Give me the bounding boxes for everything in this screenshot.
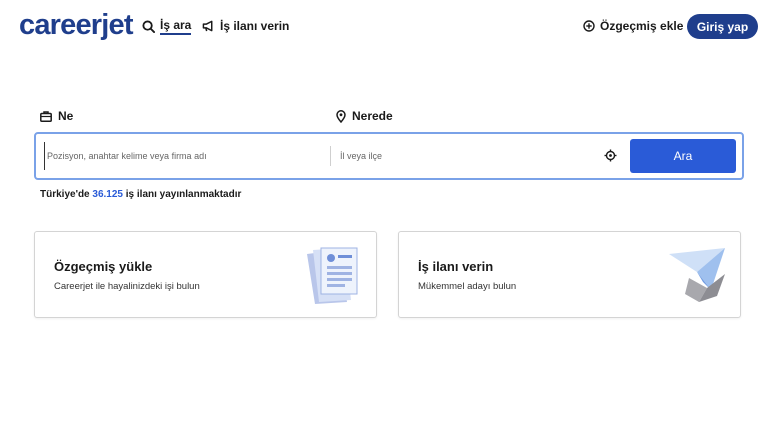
search-button[interactable]: Ara: [630, 139, 736, 173]
what-label: Ne: [40, 109, 73, 123]
count-prefix: Türkiye'de: [40, 189, 90, 200]
logo[interactable]: careerjet: [19, 7, 134, 43]
where-label-text: Nerede: [352, 109, 393, 123]
briefcase-icon: [40, 110, 52, 122]
nav-post-job[interactable]: İş ilanı verin: [202, 16, 289, 36]
nav-search-label: İş ara: [160, 18, 192, 35]
map-pin-icon: [336, 109, 346, 123]
location-input[interactable]: [338, 142, 600, 170]
plus-circle-icon: [583, 20, 595, 32]
job-count: 36.125: [92, 189, 123, 200]
nav-search-jobs[interactable]: İş ara: [142, 16, 192, 36]
count-suffix: iş ilanı yayınlanmaktadır: [125, 189, 242, 200]
post-job-title: İş ilanı verin: [418, 259, 494, 274]
add-cv-link[interactable]: Özgeçmiş ekle: [583, 16, 683, 36]
add-cv-label: Özgeçmiş ekle: [600, 19, 684, 33]
login-button[interactable]: Giriş yap: [687, 14, 758, 39]
nav-post-label: İş ilanı verin: [220, 19, 290, 33]
search-box: Ara: [34, 132, 744, 180]
megaphone-icon: [202, 20, 215, 32]
resume-illustration-icon: [303, 244, 365, 306]
what-label-text: Ne: [58, 109, 74, 123]
search-icon: [142, 19, 155, 33]
where-label: Nerede: [336, 109, 393, 123]
post-job-card[interactable]: İş ilanı verin Mükemmel adayı bulun: [398, 231, 741, 318]
search-divider: [330, 146, 331, 166]
upload-cv-title: Özgeçmiş yükle: [54, 259, 153, 274]
upload-cv-card[interactable]: Özgeçmiş yükle Careerjet ile hayalinizde…: [34, 231, 377, 318]
job-count-line: Türkiye'de 36.125 iş ilanı yayınlanmakta…: [40, 189, 241, 200]
keyword-input[interactable]: [44, 142, 327, 170]
crosshair-icon[interactable]: [604, 149, 617, 162]
paper-plane-icon: [667, 244, 729, 306]
post-job-subtitle: Mükemmel adayı bulun: [418, 281, 517, 292]
upload-cv-subtitle: Careerjet ile hayalinizdeki işi bulun: [54, 281, 200, 292]
